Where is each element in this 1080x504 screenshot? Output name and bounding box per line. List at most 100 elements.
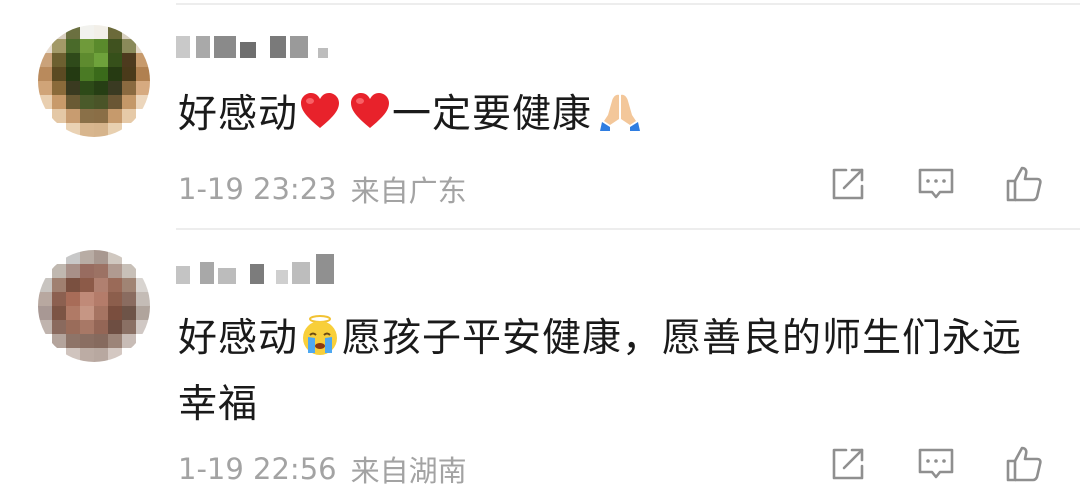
avatar-pixel [66, 25, 80, 39]
avatar-pixel [66, 67, 80, 81]
avatar-pixel [122, 95, 136, 109]
username-blurred[interactable] [176, 18, 328, 58]
avatar-pixel [136, 250, 150, 264]
avatar-pixel [52, 123, 66, 137]
avatar-pixel [66, 109, 80, 123]
avatar-pixel [52, 53, 66, 67]
avatar-pixel [108, 53, 122, 67]
avatar-pixel [80, 67, 94, 81]
avatar-pixel [52, 320, 66, 334]
avatar-pixel [52, 81, 66, 95]
avatar-pixel [94, 264, 108, 278]
avatar-pixel [136, 320, 150, 334]
folded-hands-icon [600, 94, 641, 131]
avatar-pixel [122, 264, 136, 278]
comment-actions [828, 444, 1044, 484]
avatar-pixel [108, 67, 122, 81]
avatar-pixel [38, 123, 52, 137]
avatar-pixel [136, 334, 150, 348]
avatar-pixel [94, 95, 108, 109]
avatar-pixel [136, 123, 150, 137]
avatar-pixel [136, 39, 150, 53]
avatar-pixel [108, 264, 122, 278]
avatar-pixel [122, 67, 136, 81]
avatar-pixel [108, 334, 122, 348]
avatar-pixel [80, 348, 94, 362]
avatar-pixel [66, 123, 80, 137]
avatar-pixel [108, 95, 122, 109]
share-icon [832, 448, 864, 480]
avatar-pixel [80, 53, 94, 67]
avatar-pixel [80, 123, 94, 137]
avatar-pixel [94, 278, 108, 292]
comment-date: 1-19 23:23 [178, 172, 337, 206]
avatar-pixel [136, 292, 150, 306]
avatar-pixel [108, 250, 122, 264]
avatar-pixels [38, 250, 150, 362]
avatar-pixel [52, 39, 66, 53]
share-button[interactable] [828, 164, 868, 204]
avatar-pixel [122, 320, 136, 334]
avatar-pixel [66, 250, 80, 264]
avatar-pixel [80, 264, 94, 278]
avatar-pixel [38, 81, 52, 95]
avatar-pixel [52, 67, 66, 81]
avatar-pixel [108, 320, 122, 334]
reply-button[interactable] [916, 444, 956, 484]
avatar-pixel [66, 306, 80, 320]
share-button[interactable] [828, 444, 868, 484]
comment-text: 好感动 一定要健康 [178, 82, 1058, 148]
avatar-pixel [108, 109, 122, 123]
avatar-pixel [122, 334, 136, 348]
avatar-pixel [122, 53, 136, 67]
avatar-pixel [80, 306, 94, 320]
reply-button[interactable] [916, 164, 956, 204]
avatar[interactable] [38, 25, 150, 137]
avatar[interactable] [38, 250, 150, 362]
avatar-pixel [38, 25, 52, 39]
avatar-pixel [94, 348, 108, 362]
comment-text-start: 好感动 [178, 316, 299, 361]
avatar-pixel [80, 109, 94, 123]
comment-location: 来自广东 [350, 174, 467, 208]
like-icon [1006, 446, 1042, 482]
avatar-pixel [108, 81, 122, 95]
comment-text-start: 好感动 [178, 92, 299, 137]
like-button[interactable] [1004, 444, 1044, 484]
avatar-pixel [66, 95, 80, 109]
avatar-pixel [122, 109, 136, 123]
top-divider [176, 3, 1080, 5]
avatar-pixel [80, 320, 94, 334]
avatar-pixel [66, 81, 80, 95]
avatar-pixel [94, 320, 108, 334]
avatar-pixel [122, 348, 136, 362]
avatar-pixel [66, 278, 80, 292]
like-button[interactable] [1004, 164, 1044, 204]
avatar-pixel [38, 109, 52, 123]
avatar-pixel [52, 292, 66, 306]
comment-text: 好感动 愿孩子平安健康，愿善良的师生们永远幸福 [178, 306, 1058, 438]
avatar-pixel [108, 39, 122, 53]
avatar-pixel [136, 95, 150, 109]
username-blurred[interactable] [176, 244, 334, 284]
comment-location: 来自湖南 [350, 454, 467, 488]
crying-face-icon [303, 315, 338, 355]
avatar-pixel [80, 39, 94, 53]
avatar-pixel [94, 306, 108, 320]
share-icon [832, 168, 864, 200]
avatar-pixel [52, 109, 66, 123]
avatar-pixel [38, 292, 52, 306]
avatar-pixel [66, 348, 80, 362]
avatar-pixel [108, 278, 122, 292]
avatar-pixel [80, 278, 94, 292]
comment-text-end: 一定要健康 [392, 92, 593, 137]
avatar-pixel [38, 95, 52, 109]
comment-icon [918, 168, 954, 199]
avatar-pixel [38, 53, 52, 67]
avatar-pixel [66, 39, 80, 53]
avatar-pixel [66, 320, 80, 334]
avatar-pixel [122, 306, 136, 320]
avatar-pixel [94, 39, 108, 53]
avatar-pixel [38, 39, 52, 53]
avatar-pixel [66, 53, 80, 67]
